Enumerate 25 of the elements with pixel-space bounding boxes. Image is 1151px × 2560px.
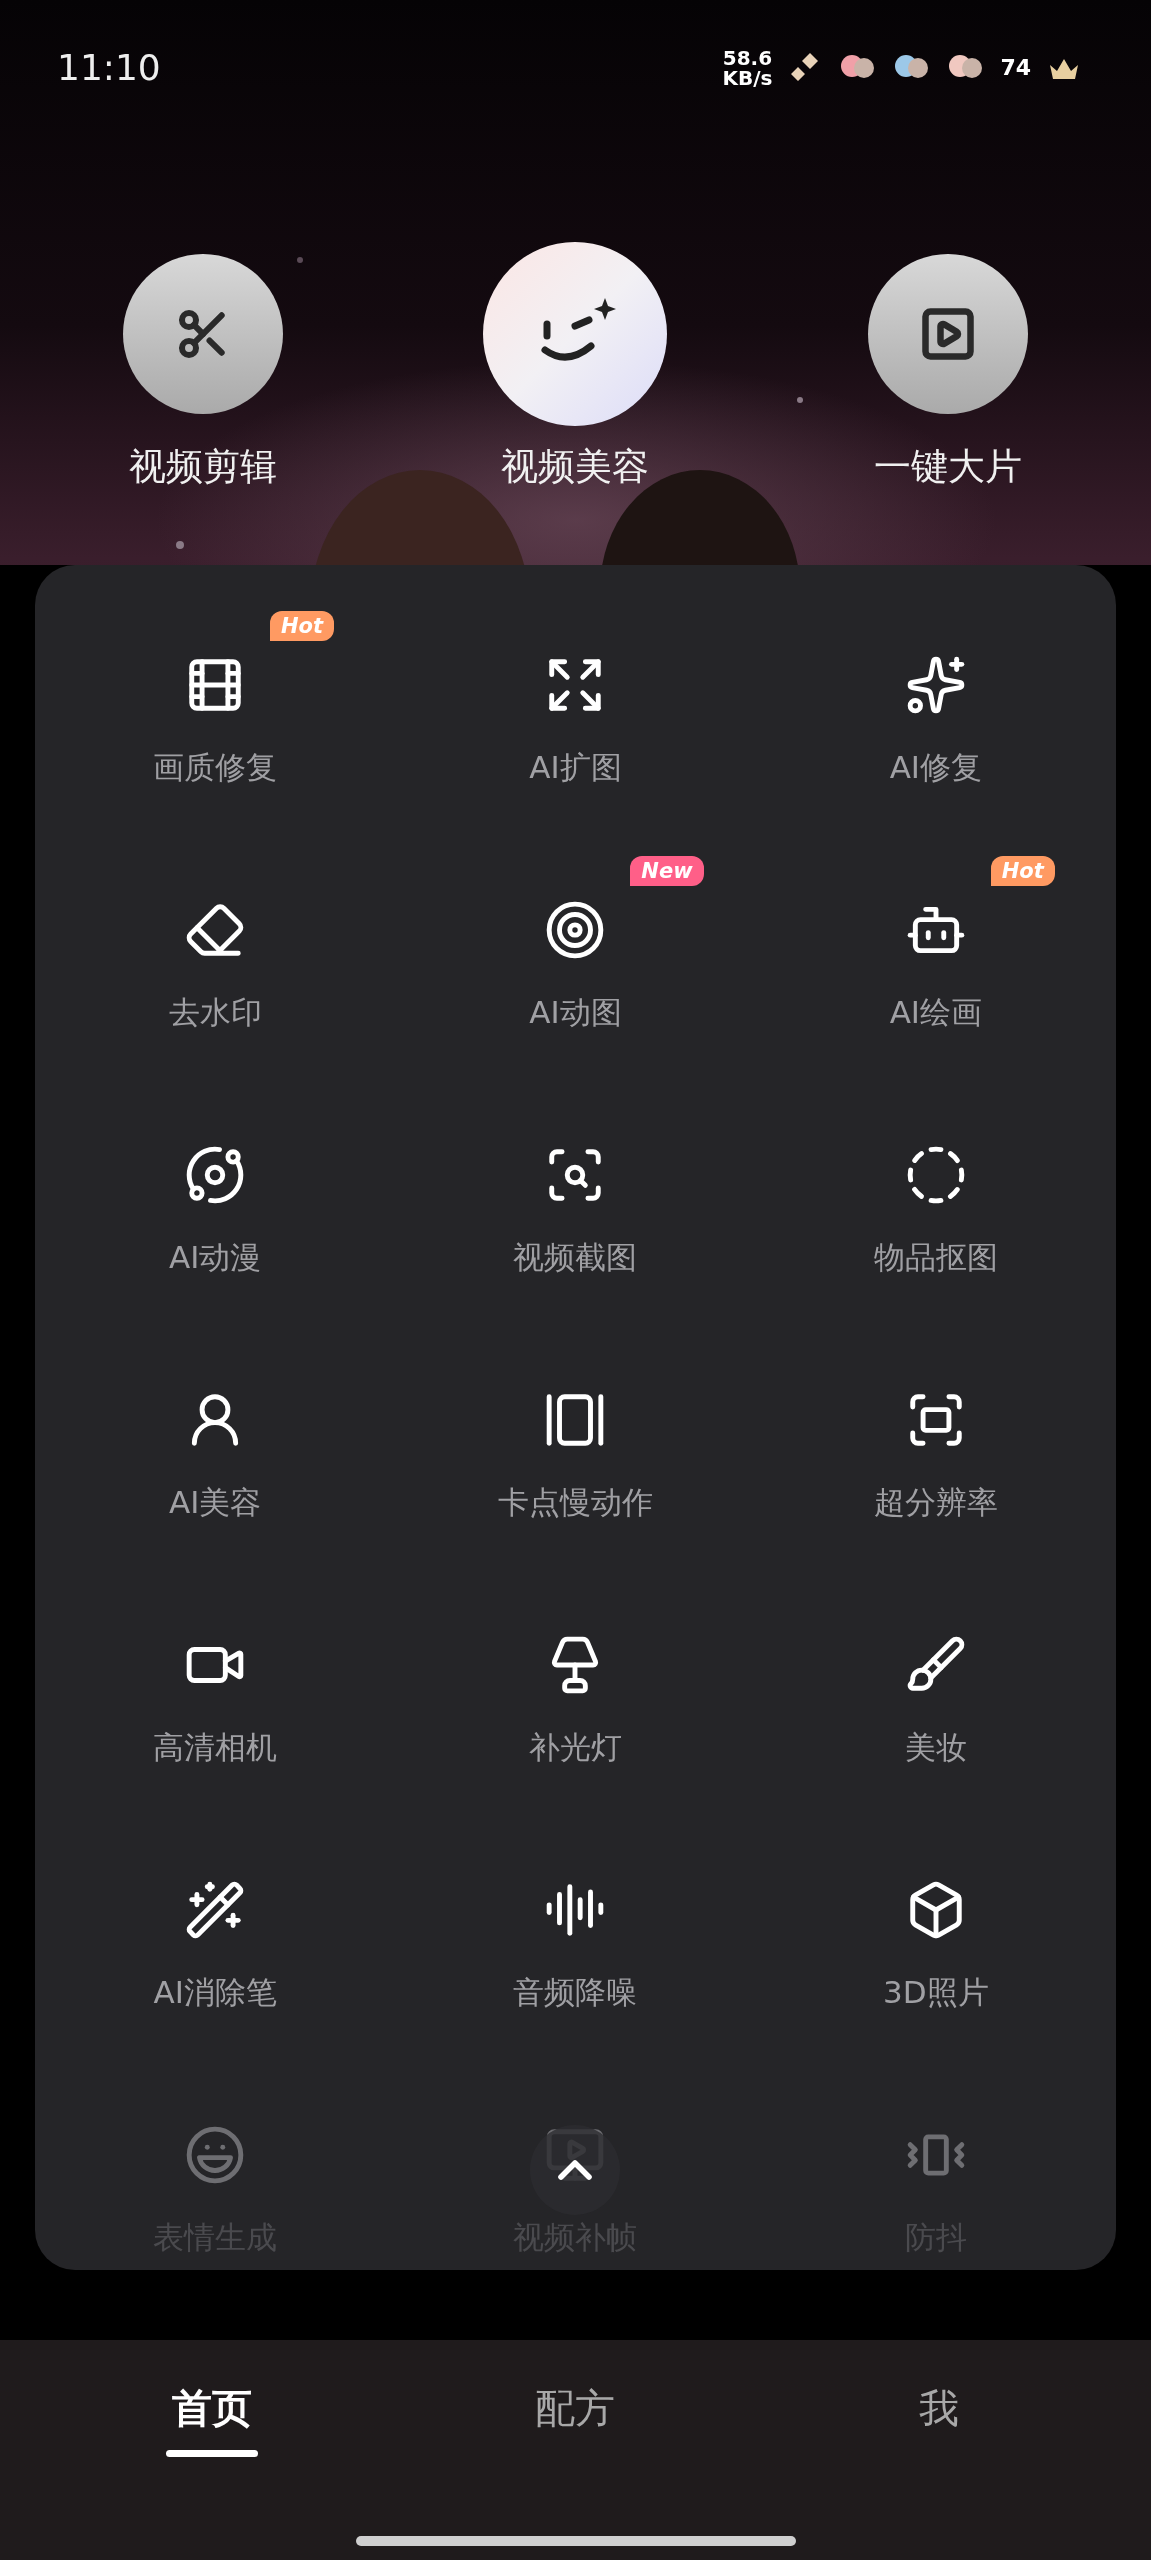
quick-action-button[interactable]: 一键大片: [761, 215, 1134, 490]
tool-item[interactable]: AI消除笔: [35, 1870, 396, 2115]
quick-action-button[interactable]: 视频剪辑: [17, 215, 390, 490]
tool-item[interactable]: 补光灯: [395, 1625, 756, 1870]
tool-item[interactable]: 3D照片: [755, 1870, 1116, 2115]
tool-item[interactable]: AI动漫: [35, 1135, 396, 1380]
status-time: 11:10: [57, 45, 161, 90]
tag-badge: Hot: [990, 856, 1055, 886]
network-speed: 58.6: [722, 47, 773, 68]
battery-level: 74: [1000, 54, 1031, 82]
tool-item[interactable]: AI美容: [35, 1380, 396, 1625]
tag-badge: Hot: [270, 611, 335, 641]
tool-item[interactable]: 音频降噪: [395, 1870, 756, 2115]
nav-tab[interactable]: 配方: [393, 2380, 758, 2457]
network-speed-unit: KB/s: [722, 67, 773, 88]
tool-item[interactable]: 去水印: [35, 890, 396, 1135]
tool-item[interactable]: 视频截图: [395, 1135, 756, 1380]
tool-item[interactable]: 美妆: [755, 1625, 1116, 1870]
tool-item[interactable]: 高清相机: [35, 1625, 396, 1870]
tool-item[interactable]: 卡点慢动作: [395, 1380, 756, 1625]
tool-item[interactable]: 超分辨率: [755, 1380, 1116, 1625]
tool-item[interactable]: 物品抠图: [755, 1135, 1116, 1380]
nav-tab[interactable]: 我: [757, 2380, 1121, 2457]
nav-tab[interactable]: 首页: [30, 2380, 394, 2457]
tag-badge: New: [630, 856, 704, 886]
